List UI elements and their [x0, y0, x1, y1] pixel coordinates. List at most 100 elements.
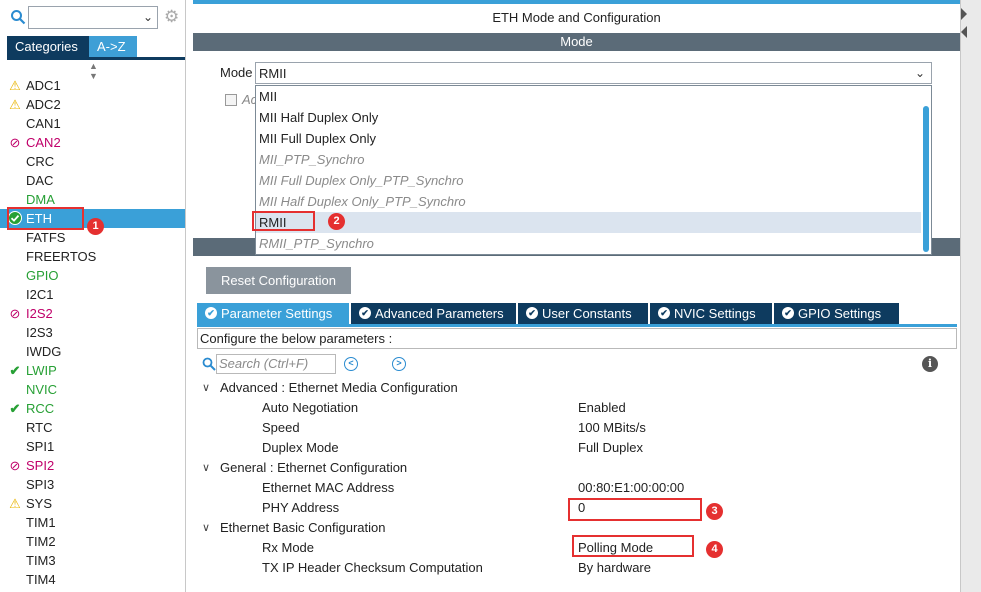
peripheral-item-tim2[interactable]: TIM2 [0, 532, 185, 551]
peripheral-label: ADC2 [26, 97, 61, 112]
tab-a-to-z[interactable]: A->Z [89, 36, 137, 57]
parameter-row[interactable]: Duplex Mode Full Duplex [197, 438, 957, 458]
dropdown-option[interactable]: MII Full Duplex Only_PTP_Synchro [256, 170, 922, 191]
next-result-icon[interactable]: > [392, 357, 406, 371]
dropdown-option[interactable]: MII Half Duplex Only_PTP_Synchro [256, 191, 922, 212]
parameter-row[interactable]: Speed 100 MBits/s [197, 418, 957, 438]
dropdown-option[interactable]: RMII_PTP_Synchro [256, 233, 922, 254]
warning-icon: ⚠ [9, 78, 21, 93]
dropdown-option[interactable]: MII [256, 86, 922, 107]
peripheral-label: LWIP [26, 363, 57, 378]
peripheral-item-gpio[interactable]: GPIO [0, 266, 185, 285]
peripheral-item-i2s3[interactable]: I2S3 [0, 323, 185, 342]
parameter-tabs: ✔ Parameter Settings ✔ Advanced Parameters ✔… [197, 303, 957, 324]
tab-label: Parameter Settings [221, 306, 333, 321]
annotation-badge-4: 4 [706, 541, 723, 558]
chevron-down-icon[interactable]: ⌄ [915, 66, 925, 80]
parameter-value[interactable]: 100 MBits/s [578, 418, 646, 438]
peripheral-label: DAC [26, 173, 54, 188]
peripheral-item-sys[interactable]: ⚠ SYS [0, 494, 185, 513]
reset-configuration-button[interactable]: Reset Configuration [206, 267, 351, 294]
annotation-box-rmii [252, 211, 315, 231]
parameter-value[interactable]: 00:80:E1:00:00:00 [578, 478, 684, 498]
mode-select[interactable]: RMII ⌄ [255, 62, 932, 84]
peripheral-label: RTC [26, 420, 53, 435]
parameter-name: Rx Mode [262, 540, 315, 555]
parameter-name: Speed [262, 420, 300, 435]
dropdown-option[interactable]: MII_PTP_Synchro [256, 149, 922, 170]
search-icon[interactable] [202, 357, 216, 371]
previous-result-icon[interactable]: < [344, 357, 358, 371]
peripheral-item-spi1[interactable]: SPI1 [0, 437, 185, 456]
peripheral-item-crc[interactable]: CRC [0, 152, 185, 171]
collapse-arrow-icon[interactable] [961, 8, 967, 38]
mode-dropdown-list[interactable]: MII MII Half Duplex Only MII Full Duplex O… [255, 85, 932, 255]
peripheral-label: ADC1 [26, 78, 61, 93]
check-icon: ✔ [9, 363, 21, 378]
dropdown-option[interactable]: MII Half Duplex Only [256, 107, 922, 128]
peripheral-item-i2s2[interactable]: ⊘ I2S2 [0, 304, 185, 323]
tab-nvic-settings[interactable]: ✔ NVIC Settings [650, 303, 772, 324]
search-icon[interactable] [10, 9, 26, 25]
dropdown-scroll-thumb[interactable] [923, 106, 929, 252]
peripheral-item-lwip[interactable]: ✔ LWIP [0, 361, 185, 380]
parameter-value[interactable]: Enabled [578, 398, 626, 418]
chevron-down-icon[interactable]: ∨ [202, 518, 210, 538]
tab-gpio-settings[interactable]: ✔ GPIO Settings [774, 303, 899, 324]
peripheral-item-can1[interactable]: CAN1 [0, 114, 185, 133]
dropdown-option[interactable]: MII Full Duplex Only [256, 128, 922, 149]
peripheral-item-dac[interactable]: DAC [0, 171, 185, 190]
peripheral-label: TIM1 [26, 515, 56, 530]
annotation-box-rx-mode [572, 535, 694, 557]
tab-underline [197, 324, 957, 327]
peripheral-item-adc2[interactable]: ⚠ ADC2 [0, 95, 185, 114]
dropdown-option[interactable]: RMII [256, 212, 922, 233]
dropdown-scrollbar[interactable] [921, 86, 931, 254]
peripheral-item-iwdg[interactable]: IWDG [0, 342, 185, 361]
peripheral-label: I2S3 [26, 325, 53, 340]
chevron-down-icon[interactable]: ∨ [202, 458, 210, 478]
annotation-badge-3: 3 [706, 503, 723, 520]
gear-icon[interactable]: ⚙ [164, 8, 182, 26]
parameter-row[interactable]: TX IP Header Checksum Computation By hard… [197, 558, 957, 578]
peripheral-label: CAN1 [26, 116, 61, 131]
peripheral-search-row: ⌄ ⚙ [8, 6, 186, 30]
peripheral-item-freertos[interactable]: FREERTOS [0, 247, 185, 266]
parameter-value[interactable]: By hardware [578, 558, 651, 578]
peripheral-search-input[interactable]: ⌄ [28, 6, 158, 29]
peripheral-item-tim1[interactable]: TIM1 [0, 513, 185, 532]
chevron-down-icon[interactable]: ⌄ [143, 10, 153, 24]
peripheral-item-spi3[interactable]: SPI3 [0, 475, 185, 494]
section-header[interactable]: ∨ General : Ethernet Configuration [197, 458, 957, 478]
peripheral-item-adc1[interactable]: ⚠ ADC1 [0, 76, 185, 95]
parameter-row[interactable]: Auto Negotiation Enabled [197, 398, 957, 418]
check-circle-icon: ✔ [782, 307, 794, 319]
parameter-search-input[interactable]: Search (Ctrl+F) [216, 354, 336, 374]
peripheral-item-spi2[interactable]: ⊘ SPI2 [0, 456, 185, 475]
info-icon[interactable]: i [922, 356, 938, 372]
peripheral-label: NVIC [26, 382, 58, 397]
tab-advanced-parameters[interactable]: ✔ Advanced Parameters [351, 303, 516, 324]
parameter-row[interactable]: Ethernet MAC Address 00:80:E1:00:00:00 [197, 478, 957, 498]
mode-select-value: RMII [259, 66, 287, 81]
peripheral-label: I2S2 [26, 306, 53, 321]
peripheral-item-rcc[interactable]: ✔ RCC [0, 399, 185, 418]
peripheral-item-tim3[interactable]: TIM3 [0, 551, 185, 570]
section-header[interactable]: ∨ Advanced : Ethernet Media Configuration [197, 378, 957, 398]
disabled-icon: ⊘ [9, 458, 21, 473]
tab-parameter-settings[interactable]: ✔ Parameter Settings [197, 303, 349, 324]
peripheral-item-rtc[interactable]: RTC [0, 418, 185, 437]
parameter-value[interactable]: Full Duplex [578, 438, 643, 458]
peripheral-item-nvic[interactable]: NVIC [0, 380, 185, 399]
annotation-box-phy-address [568, 498, 702, 521]
peripheral-item-i2c1[interactable]: I2C1 [0, 285, 185, 304]
peripheral-label: SPI1 [26, 439, 55, 454]
tab-label: Advanced Parameters [375, 306, 504, 321]
activate-checkbox[interactable] [225, 94, 237, 106]
chevron-down-icon[interactable]: ∨ [202, 378, 210, 398]
check-circle-icon: ✔ [359, 307, 371, 319]
peripheral-item-can2[interactable]: ⊘ CAN2 [0, 133, 185, 152]
peripheral-item-tim4[interactable]: TIM4 [0, 570, 185, 589]
tab-user-constants[interactable]: ✔ User Constants [518, 303, 648, 324]
tab-categories[interactable]: Categories [7, 36, 89, 57]
